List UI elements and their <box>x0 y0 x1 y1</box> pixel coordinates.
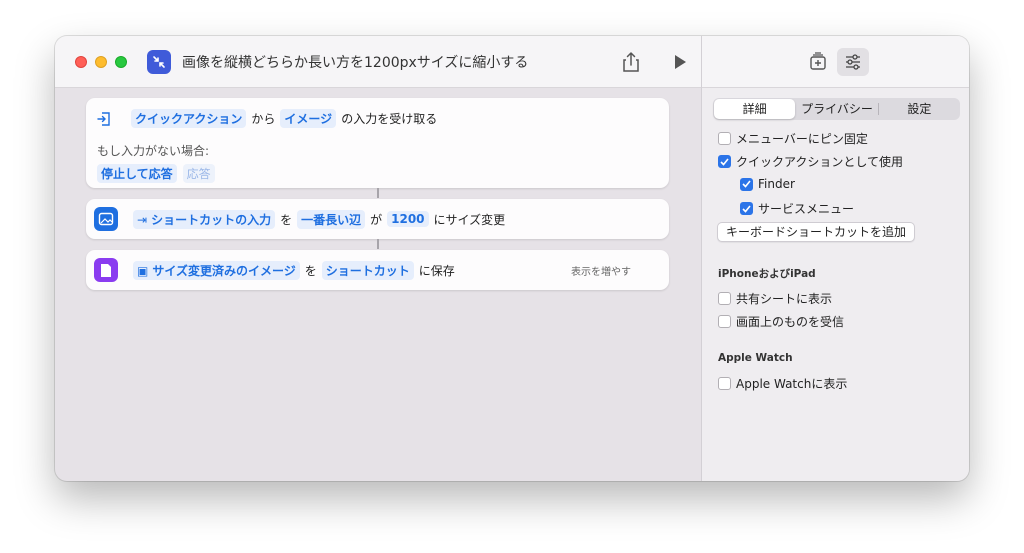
checkbox-show-watch[interactable] <box>718 377 731 390</box>
shortcuts-window: 画像を縦横どちらか長い方を1200pxサイズに縮小する クイックアクション から… <box>55 36 969 481</box>
sidebar-titlebar <box>702 36 969 88</box>
action-card-save[interactable]: ▣ サイズ変更済みのイメージ を ショートカット に保存 表示を増やす <box>86 250 669 290</box>
action-line-receive: クイックアクション から イメージ の入力を受け取る <box>96 109 439 128</box>
token-longest-edge[interactable]: 一番長い辺 <box>297 209 366 229</box>
sliders-icon[interactable] <box>837 48 869 76</box>
option-receive-screen[interactable]: 画面上のものを受信 <box>718 313 844 330</box>
text-ga: が <box>370 212 383 227</box>
label-services-menu: サービスメニュー <box>758 202 855 216</box>
label-quick-action: クイックアクションとして使用 <box>736 155 904 169</box>
minimize-button[interactable] <box>95 56 107 68</box>
label-show-watch: Apple Watchに表示 <box>736 377 848 391</box>
zoom-button[interactable] <box>115 56 127 68</box>
checkbox-quick-action[interactable] <box>718 155 731 168</box>
text-resize: にサイズ変更 <box>433 212 506 227</box>
image-variable-icon: ▣ <box>137 263 149 278</box>
token-respond[interactable]: 応答 <box>182 164 215 183</box>
token-stop-respond[interactable]: 停止して応答 <box>97 164 177 183</box>
tab-details[interactable]: 詳細 <box>714 99 796 119</box>
label-finder: Finder <box>758 177 795 191</box>
action-card-resize[interactable]: ⇥ ショートカットの入力 を 一番長い辺 が 1200 にサイズ変更 <box>86 199 669 239</box>
option-finder[interactable]: Finder <box>740 177 795 191</box>
text-from: から <box>251 112 276 126</box>
option-services-menu[interactable]: サービスメニュー <box>740 200 854 217</box>
checkbox-pin-menubar[interactable] <box>718 132 731 145</box>
tab-privacy[interactable]: プライバシー <box>796 99 877 119</box>
window-title[interactable]: 画像を縦横どちらか長い方を1200pxサイズに縮小する <box>182 52 528 72</box>
checkbox-services-menu[interactable] <box>740 202 753 215</box>
share-icon[interactable] <box>620 50 642 74</box>
close-button[interactable] <box>75 56 87 68</box>
option-quick-action[interactable]: クイックアクションとして使用 <box>718 153 903 170</box>
token-destination[interactable]: ショートカット <box>321 260 414 280</box>
library-add-icon[interactable] <box>807 50 829 72</box>
shrink-arrows-icon <box>147 50 171 74</box>
add-keyboard-shortcut-button[interactable]: キーボードショートカットを追加 <box>717 222 916 242</box>
token-size-value[interactable]: 1200 <box>387 211 429 227</box>
token-resized-image[interactable]: ▣ サイズ変更済みのイメージ <box>133 260 300 280</box>
tab-settings[interactable]: 設定 <box>879 99 960 119</box>
label-share-sheet: 共有シートに表示 <box>736 292 833 306</box>
option-show-watch[interactable]: Apple Watchに表示 <box>718 375 847 392</box>
token-quick-action[interactable]: クイックアクション <box>131 109 247 128</box>
variable-icon: ⇥ <box>137 212 148 227</box>
action-line-save: ▣ サイズ変更済みのイメージ を ショートカット に保存 <box>94 258 457 282</box>
option-pin-menubar[interactable]: メニューバーにピン固定 <box>718 130 868 147</box>
token-shortcut-input-label: ショートカットの入力 <box>151 212 272 227</box>
connector-2 <box>377 239 379 249</box>
action-card-receive-input[interactable]: クイックアクション から イメージ の入力を受け取る もし入力がない場合: 停止… <box>86 98 669 188</box>
connector-1 <box>377 188 379 198</box>
play-icon[interactable] <box>672 53 688 71</box>
checkbox-share-sheet[interactable] <box>718 292 731 305</box>
fallback-row: 停止して応答 応答 <box>94 164 218 183</box>
section-apple-watch: Apple Watch <box>718 352 793 364</box>
checkbox-receive-screen[interactable] <box>718 315 731 328</box>
text-wo-2: を <box>304 263 317 278</box>
resize-image-icon <box>94 207 118 231</box>
sidebar-tabs: 詳細 プライバシー 設定 <box>713 98 960 120</box>
checkbox-finder[interactable] <box>740 177 753 191</box>
token-resized-image-label: サイズ変更済みのイメージ <box>152 263 296 278</box>
editor-canvas: クイックアクション から イメージ の入力を受け取る もし入力がない場合: 停止… <box>55 88 701 481</box>
token-shortcut-input[interactable]: ⇥ ショートカットの入力 <box>133 209 276 229</box>
text-save: に保存 <box>418 263 455 278</box>
text-wo: を <box>280 212 293 227</box>
action-line-resize: ⇥ ショートカットの入力 を 一番長い辺 が 1200 にサイズ変更 <box>94 207 507 231</box>
section-iphone-ipad: iPhoneおよびiPad <box>718 268 816 280</box>
show-more-button[interactable]: 表示を増やす <box>571 263 631 278</box>
document-icon <box>94 258 118 282</box>
details-sidebar: 詳細 プライバシー 設定 メニューバーにピン固定 クイックアクションとして使用 … <box>701 36 969 481</box>
option-share-sheet[interactable]: 共有シートに表示 <box>718 290 832 307</box>
fallback-label: もし入力がない場合: <box>97 144 210 158</box>
text-receive: の入力を受け取る <box>341 112 438 126</box>
input-icon <box>96 110 116 128</box>
label-pin-menubar: メニューバーにピン固定 <box>736 132 868 146</box>
label-receive-screen: 画面上のものを受信 <box>736 315 845 329</box>
token-image[interactable]: イメージ <box>280 109 337 128</box>
